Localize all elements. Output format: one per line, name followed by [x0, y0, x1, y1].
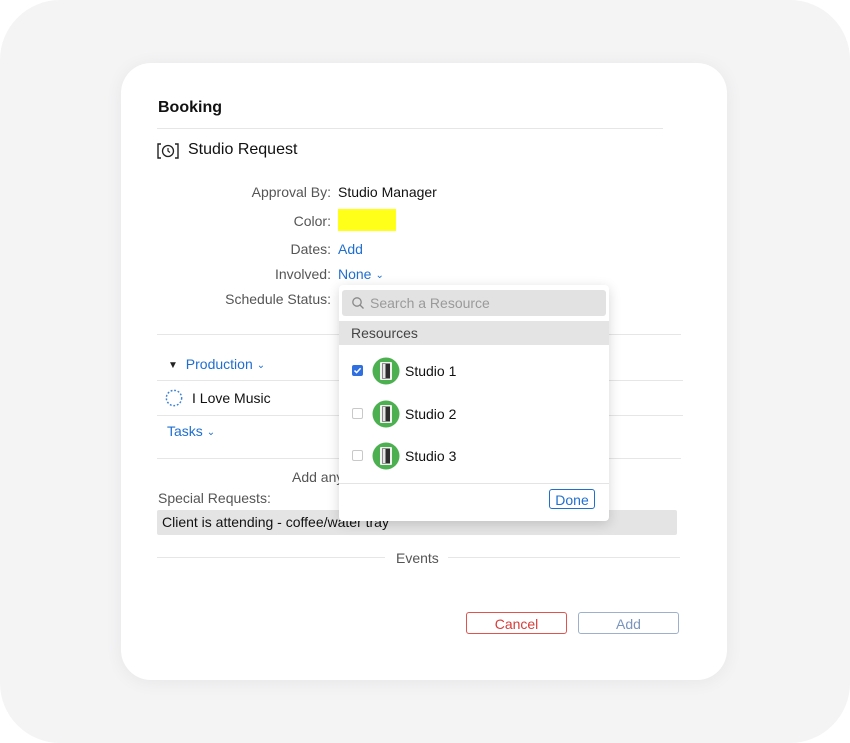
events-label: Events: [396, 550, 439, 566]
resource-checkbox[interactable]: [352, 365, 363, 376]
resource-dropdown: Resources Studio 1 Studio 2: [339, 285, 609, 521]
studio-avatar-icon: [372, 400, 400, 428]
dialog-title: Booking: [158, 99, 222, 116]
music-item-label[interactable]: I Love Music: [192, 390, 271, 406]
events-divider-left: [157, 557, 385, 558]
events-divider-right: [448, 557, 680, 558]
color-label: Color:: [293, 213, 331, 229]
add-button[interactable]: Add: [578, 612, 679, 634]
booking-dialog: Booking Studio Request Approval By: Stud…: [121, 63, 727, 680]
chevron-down-icon: ⌄: [375, 270, 384, 281]
title-divider: [157, 128, 663, 129]
resource-item-studio-2[interactable]: Studio 2: [339, 395, 609, 435]
dates-add-link[interactable]: Add: [338, 241, 363, 257]
search-icon: [352, 297, 364, 309]
resources-section-header: Resources: [339, 321, 609, 345]
add-any-text: Add any: [292, 469, 344, 485]
request-title: Studio Request: [188, 141, 298, 158]
caret-down-icon: ▼: [168, 360, 178, 371]
resource-checkbox[interactable]: [352, 408, 363, 419]
resource-name: Studio 2: [405, 406, 457, 422]
chevron-down-icon: ⌄: [256, 360, 266, 371]
done-button[interactable]: Done: [549, 489, 595, 509]
color-swatch[interactable]: [338, 209, 396, 231]
resource-item-studio-3[interactable]: Studio 3: [339, 437, 609, 477]
cancel-button[interactable]: Cancel: [466, 612, 567, 634]
studio-request-icon: [157, 143, 179, 159]
involved-label: Involved:: [274, 266, 331, 282]
loading-spinner-icon: [165, 389, 183, 407]
studio-avatar-icon: [372, 442, 400, 470]
tasks-toggle[interactable]: Tasks ⌄: [167, 423, 215, 439]
dropdown-divider: [339, 483, 609, 484]
tasks-label: Tasks: [167, 423, 203, 439]
involved-dropdown[interactable]: None ⌄: [338, 266, 384, 282]
special-requests-label: Special Requests:: [158, 490, 271, 506]
schedule-status-label: Schedule Status:: [225, 291, 331, 307]
involved-value: None: [338, 266, 372, 282]
resources-section-title: Resources: [351, 325, 418, 341]
resource-name: Studio 3: [405, 448, 457, 464]
search-input[interactable]: [370, 293, 596, 313]
resource-name: Studio 1: [405, 363, 457, 379]
production-label: Production: [185, 356, 253, 372]
chevron-down-icon: ⌄: [206, 427, 216, 438]
resource-item-studio-1[interactable]: Studio 1: [339, 352, 609, 392]
checkmark-icon: [353, 367, 362, 374]
search-box[interactable]: [342, 290, 606, 316]
resource-checkbox[interactable]: [352, 450, 363, 461]
studio-avatar-icon: [372, 357, 400, 385]
approval-label: Approval By:: [251, 184, 331, 200]
dates-label: Dates:: [290, 241, 331, 257]
approval-value: Studio Manager: [338, 184, 437, 200]
production-toggle[interactable]: ▼ Production ⌄: [168, 356, 265, 372]
